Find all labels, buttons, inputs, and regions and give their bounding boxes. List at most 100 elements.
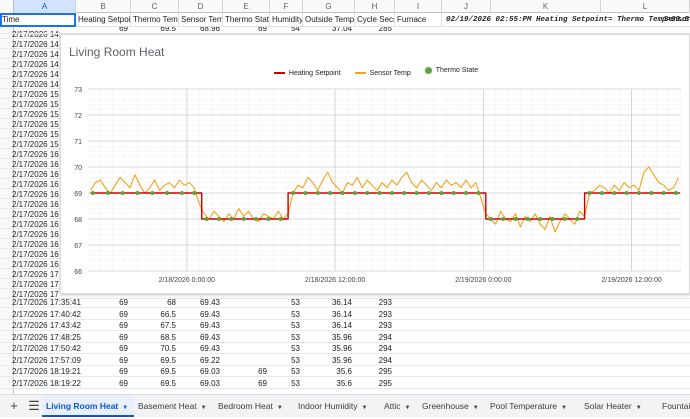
cell-setpoint[interactable]: 69	[76, 27, 131, 33]
cell-thermo[interactable]: 68	[131, 297, 179, 308]
table-row[interactable]: 2/17/2026 17:48:25 69 68.5 69.43 53 35.96 294	[0, 332, 690, 343]
cell-time[interactable]: 2/17/2026 17:40:42	[6, 309, 81, 320]
column-h-header[interactable]: H	[355, 0, 395, 13]
partial-table-row[interactable]: 69 69.5 68.96 69 54 37.04 285	[0, 27, 690, 34]
chevron-down-icon[interactable]: ▼	[277, 405, 283, 411]
sheet-tab[interactable]: Attic ▼	[380, 395, 418, 417]
column-l-header[interactable]: L	[601, 0, 690, 13]
cell-sensor[interactable]: 69.22	[179, 355, 223, 366]
cell-outside[interactable]: 37.04	[303, 27, 355, 33]
cell-time[interactable]: 2/17/2026 17:48:25	[6, 332, 81, 343]
cell-state[interactable]	[223, 355, 270, 366]
column-j-header[interactable]: J	[442, 0, 491, 13]
plus-icon[interactable]: +	[6, 398, 22, 414]
cell-state[interactable]	[223, 332, 270, 343]
cell-cycle[interactable]: 293	[355, 297, 395, 308]
chevron-down-icon[interactable]: ▼	[362, 405, 368, 411]
table-row[interactable]: 2/17/2026 18:19:22 69 69.5 69.03 69 53 35.6 295	[0, 378, 690, 389]
select-all-corner[interactable]	[0, 0, 14, 13]
cell-humidity[interactable]: 53	[270, 355, 303, 366]
cell-setpoint[interactable]: 69	[76, 320, 131, 331]
cell-sensor[interactable]: 69.43	[179, 297, 223, 308]
chevron-down-icon[interactable]: ▼	[405, 405, 411, 411]
cell-humidity[interactable]: 53	[270, 297, 303, 308]
cell-setpoint[interactable]: 69	[76, 378, 131, 389]
cell-time[interactable]: 2/17/2026 17:43:42	[6, 320, 81, 331]
cell-humidity[interactable]: 53	[270, 366, 303, 377]
sheet-tab[interactable]: Living Room Heat ▼	[42, 395, 134, 417]
menu-icon[interactable]: ☰	[26, 398, 42, 414]
cell-state[interactable]: 69	[223, 27, 270, 33]
header-cell-cycle-secs[interactable]: Cycle Secs	[355, 13, 395, 27]
header-cell-thermo-state[interactable]: Thermo State	[223, 13, 270, 27]
cell-sensor[interactable]: 69.43	[179, 320, 223, 331]
table-row[interactable]: 2/17/2026 17:57:09 69 69.5 69.22 53 35.96 294	[0, 355, 690, 366]
cell-time[interactable]: 2/17/2026 18:19:22	[6, 378, 81, 389]
chevron-down-icon[interactable]: ▼	[473, 405, 479, 411]
cell-humidity[interactable]: 53	[270, 343, 303, 354]
cell-sensor[interactable]: 69.43	[179, 332, 223, 343]
cell-setpoint[interactable]: 69	[76, 355, 131, 366]
column-e-header[interactable]: E	[223, 0, 270, 13]
sheet-tab[interactable]: Bedroom Heat ▼	[214, 395, 294, 417]
header-cell-thermo-temp[interactable]: Thermo Temp	[131, 13, 179, 27]
cell-sensor[interactable]: 69.43	[179, 309, 223, 320]
cell-cycle[interactable]: 294	[355, 355, 395, 366]
cell-state[interactable]	[223, 320, 270, 331]
cell-cycle[interactable]: 295	[355, 378, 395, 389]
chevron-down-icon[interactable]: ▼	[561, 405, 567, 411]
cell-outside[interactable]: 36.14	[303, 320, 355, 331]
cell-state[interactable]	[223, 309, 270, 320]
column-c-header[interactable]: C	[131, 0, 179, 13]
header-cell-time[interactable]: Time	[0, 13, 76, 27]
living-room-heat-chart[interactable]: Living Room Heat Heating Setpoint Sensor…	[60, 34, 690, 294]
cell-thermo[interactable]: 67.5	[131, 320, 179, 331]
cell-outside[interactable]: 36.14	[303, 297, 355, 308]
cell-thermo[interactable]: 66.5	[131, 309, 179, 320]
cell-humidity[interactable]: 53	[270, 332, 303, 343]
column-a-header[interactable]: A	[14, 0, 76, 13]
cell-humidity[interactable]: 53	[270, 378, 303, 389]
header-cell-heating-setpoint[interactable]: Heating Setpoint	[76, 13, 131, 27]
sheet-tab[interactable]: Greenhouse ▼	[418, 395, 486, 417]
table-row[interactable]: 2/17/2026 17:35:41 69 68 69.43 53 36.14 293	[0, 297, 690, 308]
column-f-header[interactable]: F	[270, 0, 303, 13]
cell-sensor[interactable]: 68.96	[179, 27, 223, 33]
cell-setpoint[interactable]: 69	[76, 332, 131, 343]
cell-time[interactable]: 2/17/2026 17:50:42	[6, 343, 81, 354]
cell-state[interactable]	[223, 297, 270, 308]
cell-outside[interactable]: 35.6	[303, 366, 355, 377]
cell-cycle[interactable]: 285	[355, 27, 395, 33]
cell-setpoint[interactable]: 69	[76, 297, 131, 308]
chevron-down-icon[interactable]: ▼	[636, 405, 642, 411]
cell-outside[interactable]: 35.96	[303, 355, 355, 366]
cell-cycle[interactable]: 293	[355, 320, 395, 331]
column-b-header[interactable]: B	[76, 0, 131, 13]
sheet-tab[interactable]: Solar Heater ▼	[580, 395, 658, 417]
cell-state[interactable]	[223, 343, 270, 354]
cell-humidity[interactable]: 53	[270, 320, 303, 331]
sheet-tab[interactable]: Fountain▼	[658, 395, 690, 417]
cell-thermo[interactable]: 69.5	[131, 355, 179, 366]
column-g-header[interactable]: G	[303, 0, 355, 13]
cell-setpoint[interactable]: 69	[76, 343, 131, 354]
sheet-tab[interactable]: Pool Temperature ▼	[486, 395, 580, 417]
cell-setpoint[interactable]: 69	[76, 309, 131, 320]
header-cell-furnace[interactable]: Furnace	[395, 13, 442, 27]
cell-time[interactable]: 2/17/2026 18:19:21	[6, 366, 81, 377]
chevron-down-icon[interactable]: ▼	[122, 405, 128, 411]
cell-outside[interactable]: 35.96	[303, 343, 355, 354]
cell-outside[interactable]: 35.96	[303, 332, 355, 343]
cell-thermo[interactable]: 69.5	[131, 378, 179, 389]
column-i-header[interactable]: I	[395, 0, 442, 13]
chevron-down-icon[interactable]: ▼	[201, 405, 207, 411]
cell-thermo[interactable]: 69.5	[131, 366, 179, 377]
cell-cycle[interactable]: 293	[355, 309, 395, 320]
header-cell-humidity[interactable]: Humidity	[270, 13, 303, 27]
table-row[interactable]: 2/17/2026 17:40:42 69 66.5 69.43 53 36.14 293	[0, 309, 690, 320]
cell-state[interactable]: 69	[223, 366, 270, 377]
header-status-note[interactable]: 02/19/2026 02:55:PM Heating Setpoint= Th…	[444, 13, 689, 27]
cell-sensor[interactable]: 69.03	[179, 366, 223, 377]
cell-cycle[interactable]: 295	[355, 366, 395, 377]
cell-humidity[interactable]: 54	[270, 27, 303, 33]
